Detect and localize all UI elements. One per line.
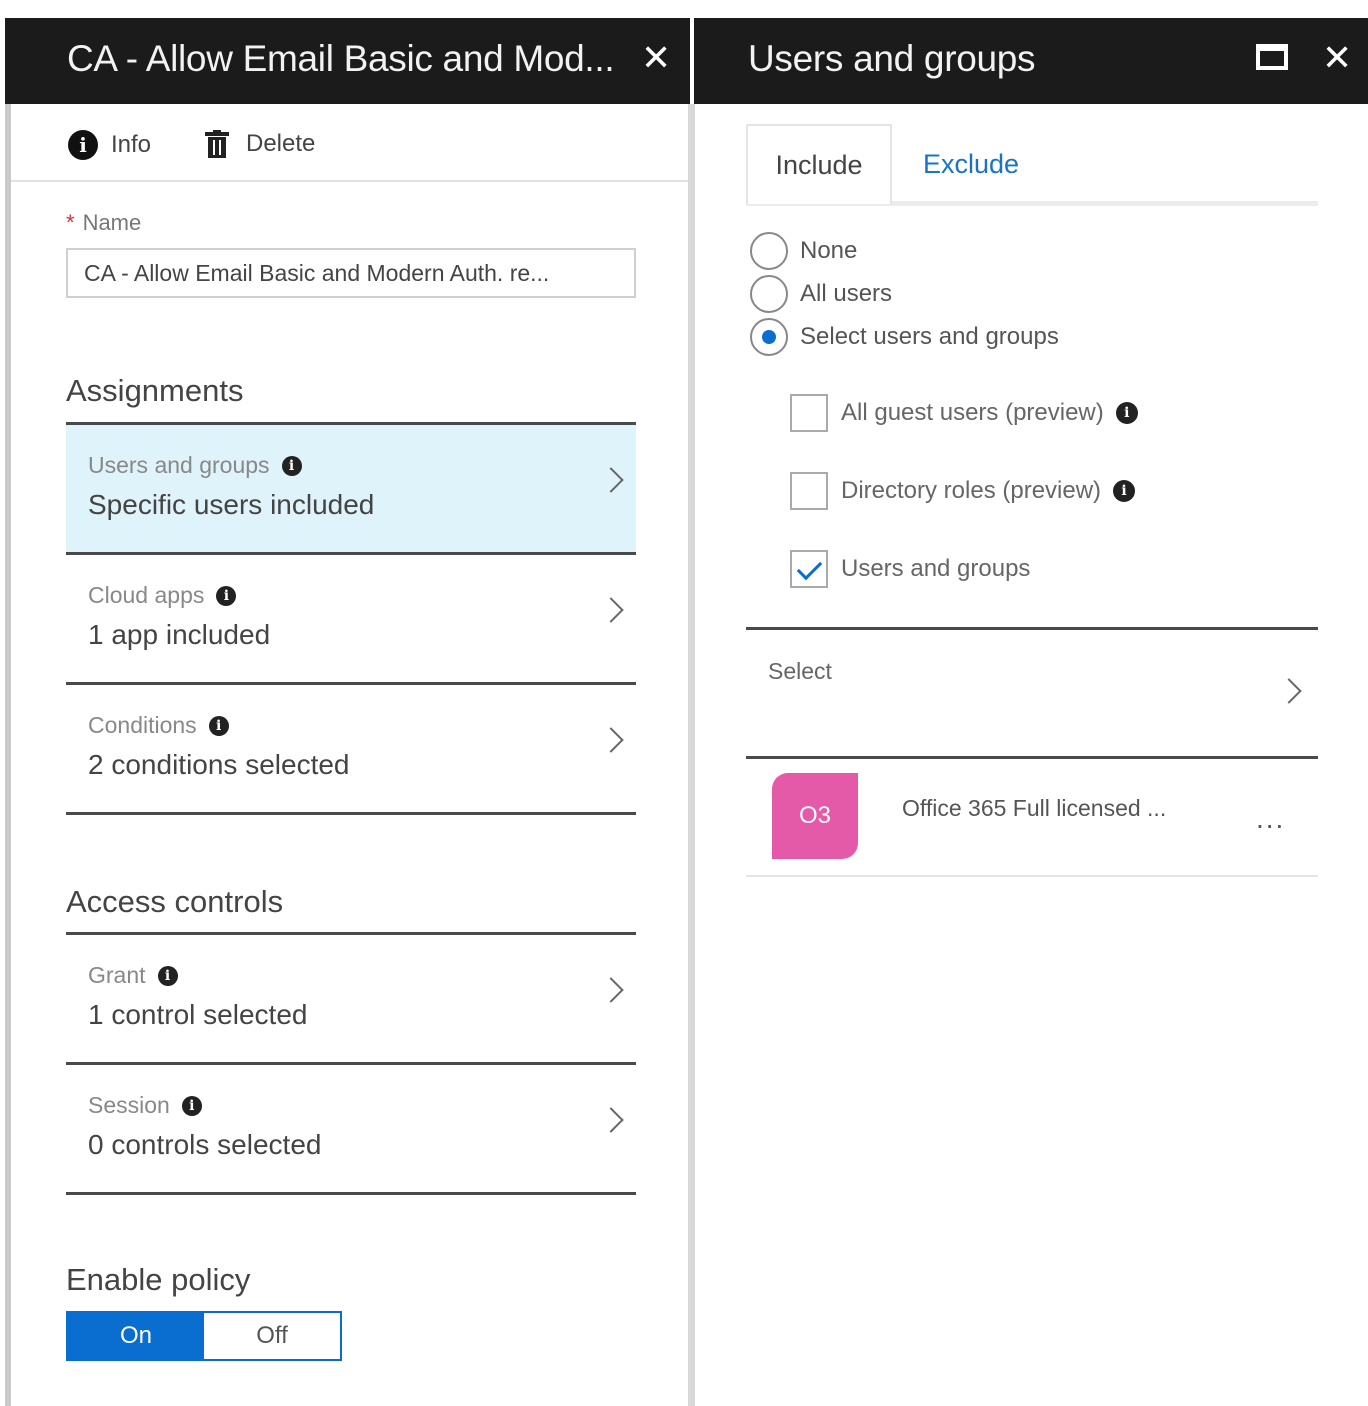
assignment-users-subtitle: Specific users included [88, 489, 375, 520]
checkbox-checked[interactable] [790, 550, 828, 588]
chevron-right-icon [1276, 678, 1302, 704]
checkbox-directory-roles[interactable]: Directory roles (preview) i [790, 472, 1136, 510]
chevron-right-icon [598, 597, 624, 623]
chevron-right-icon [598, 977, 624, 1003]
trash-icon [205, 130, 229, 158]
name-label-text: Name [82, 210, 142, 235]
radio-none[interactable]: None [750, 232, 857, 270]
radio-select-users-label: Select users and groups [800, 323, 1059, 350]
radio-button[interactable] [750, 275, 788, 313]
blade-left-border [5, 104, 11, 1406]
chevron-right-icon [598, 467, 624, 493]
chevron-right-icon [598, 1107, 624, 1133]
policy-toolbar: i Info Delete [11, 104, 688, 182]
enable-policy-heading: Enable policy [66, 1262, 251, 1297]
maximize-icon[interactable] [1256, 44, 1288, 70]
access-session[interactable]: Session i 0 controls selected [66, 1062, 636, 1192]
tab-exclude[interactable]: Exclude [906, 124, 1036, 204]
include-exclude-tabs: Include Exclude [746, 124, 1318, 206]
radio-select-users-and-groups[interactable]: Select users and groups [750, 318, 1059, 356]
avatar: O3 [772, 773, 858, 859]
portal-page: CA - Allow Email Basic and Mod... ✕ User… [0, 0, 1368, 1406]
checkbox-directory-label: Directory roles (preview) [841, 477, 1102, 504]
checkbox-users-label: Users and groups [841, 555, 1031, 582]
info-icon[interactable]: i [157, 965, 178, 986]
enable-policy-off-button[interactable]: Off [204, 1313, 340, 1359]
policy-blade-title: CA - Allow Email Basic and Mod... [67, 38, 615, 79]
delete-button-label: Delete [246, 130, 316, 157]
access-session-title: Session [88, 1092, 170, 1118]
select-users-row[interactable]: Select [746, 627, 1318, 759]
radio-button[interactable] [750, 232, 788, 270]
access-grant[interactable]: Grant i 1 control selected [66, 932, 636, 1062]
enable-policy-toggle[interactable]: On Off [66, 1311, 342, 1361]
checkbox[interactable] [790, 394, 828, 432]
tab-include[interactable]: Include [746, 124, 892, 204]
access-controls-heading: Access controls [66, 884, 284, 919]
policy-blade-header: CA - Allow Email Basic and Mod... ✕ [5, 18, 690, 104]
info-icon[interactable]: i [181, 1095, 202, 1116]
radio-button[interactable] [750, 318, 788, 356]
member-name: Office 365 Full licensed ... [902, 795, 1167, 821]
assignments-heading: Assignments [66, 373, 244, 408]
assignment-cloud-apps[interactable]: Cloud apps i 1 app included [66, 552, 636, 682]
assignment-conditions-title: Conditions [88, 712, 197, 738]
users-groups-blade-title: Users and groups [748, 38, 1036, 79]
select-label: Select [768, 658, 832, 684]
required-mark: * [66, 210, 75, 235]
assignment-cloud-apps-subtitle: 1 app included [88, 619, 271, 650]
assignment-users-title: Users and groups [88, 452, 270, 478]
list-divider [66, 812, 636, 815]
close-icon[interactable]: ✕ [1322, 38, 1352, 78]
policy-name-input[interactable] [66, 248, 636, 298]
delete-button[interactable]: Delete [205, 130, 315, 158]
blade-divider [688, 104, 695, 1406]
enable-policy-on-button[interactable]: On [68, 1313, 204, 1359]
top-margin [0, 0, 1368, 18]
radio-all-users-label: All users [800, 280, 893, 307]
info-icon[interactable]: i [1113, 480, 1136, 502]
info-button-label: Info [111, 131, 152, 158]
access-grant-subtitle: 1 control selected [88, 999, 308, 1030]
users-groups-blade-header: Users and groups ✕ [694, 18, 1368, 104]
info-icon[interactable]: i [208, 715, 229, 736]
list-item[interactable]: O3 Office 365 Full licensed ... ... [746, 759, 1318, 877]
assignment-conditions-subtitle: 2 conditions selected [88, 749, 350, 780]
info-icon[interactable]: i [216, 585, 237, 606]
access-grant-title: Grant [88, 962, 146, 988]
checkbox-guest-label: All guest users (preview) [841, 399, 1104, 426]
checkbox-users-and-groups[interactable]: Users and groups [790, 550, 1030, 588]
assignment-users-and-groups[interactable]: Users and groups i Specific users include… [66, 422, 636, 552]
assignment-conditions[interactable]: Conditions i 2 conditions selected [66, 682, 636, 812]
close-icon[interactable]: ✕ [641, 38, 671, 78]
list-divider [66, 1192, 636, 1195]
info-button[interactable]: i Info [68, 130, 151, 160]
more-icon[interactable]: ... [1256, 803, 1285, 835]
chevron-right-icon [598, 727, 624, 753]
access-session-subtitle: 0 controls selected [88, 1129, 322, 1160]
checkbox-all-guest-users[interactable]: All guest users (preview) i [790, 394, 1138, 432]
info-icon[interactable]: i [1115, 402, 1138, 424]
radio-none-label: None [800, 237, 858, 264]
radio-all-users[interactable]: All users [750, 275, 892, 313]
checkbox[interactable] [790, 472, 828, 510]
info-icon[interactable]: i [281, 455, 302, 476]
name-label: * Name [66, 210, 141, 236]
assignment-cloud-apps-title: Cloud apps [88, 582, 205, 608]
info-icon: i [68, 130, 98, 160]
